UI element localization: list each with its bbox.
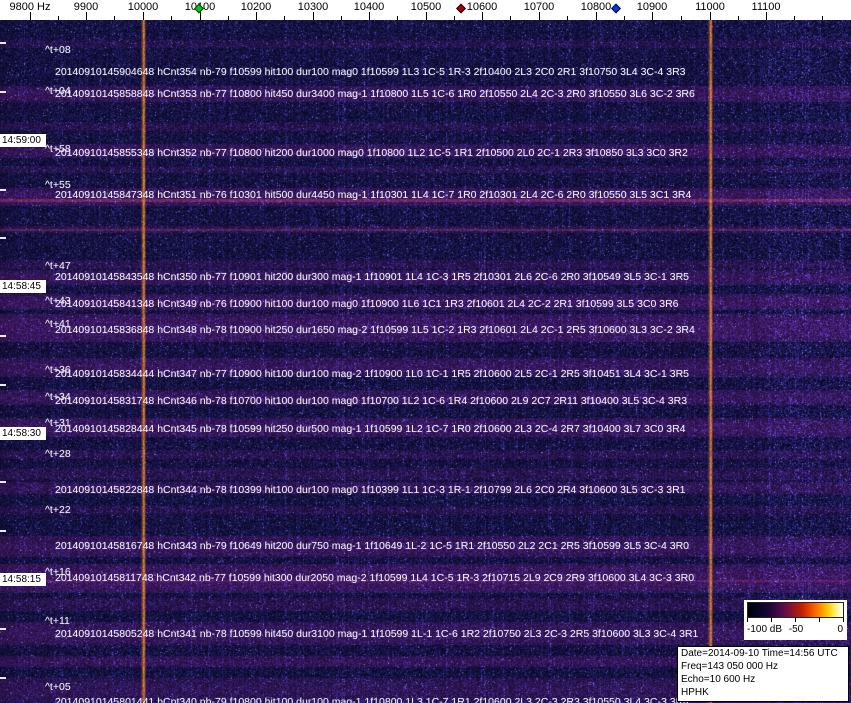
freq-axis-major-tick — [652, 12, 653, 20]
freq-axis-minor-tick — [341, 16, 342, 20]
time-axis-label: 14:59:00 — [0, 134, 46, 147]
detection-log-layer: ^t+08 20140910145904648 hCnt354 nb-79 f10… — [0, 0, 851, 703]
freq-axis-major-tick — [426, 12, 427, 20]
freq-axis-major-tick — [30, 12, 31, 20]
detection-log-line: 20140910145822848 hCnt344 nb-78 f10399 h… — [55, 484, 686, 496]
freq-axis-minor-tick — [681, 16, 682, 20]
freq-axis-minor-tick — [454, 16, 455, 20]
freq-axis-major-tick — [256, 12, 257, 20]
freq-axis-major-tick — [86, 12, 87, 20]
detection-log-line: 20140910145816748 hCnt343 nb-79 f10649 h… — [55, 540, 689, 552]
freq-axis-minor-tick — [284, 16, 285, 20]
time-axis-tick — [0, 237, 6, 239]
time-axis-tick — [0, 481, 6, 483]
detection-log-line: 20140910145904648 hCnt354 nb-79 f10599 h… — [55, 66, 686, 78]
freq-axis-minor-tick — [738, 16, 739, 20]
color-scale-min-label: -100 dB — [747, 624, 783, 635]
detection-log-line: 20140910145828444 hCnt345 nb-78 f10599 h… — [55, 423, 686, 435]
freq-axis-major-tick — [369, 12, 370, 20]
color-scale-max-label: 0 — [837, 624, 843, 635]
freq-axis-major-tick — [313, 12, 314, 20]
color-scale-ticks — [747, 618, 845, 622]
freq-axis-minor-tick — [114, 16, 115, 20]
time-axis-tick — [0, 530, 6, 532]
time-axis-tick — [0, 384, 6, 386]
red-frequency-marker[interactable] — [456, 3, 466, 14]
time-axis-label: 14:58:45 — [0, 280, 46, 293]
time-axis-tick — [0, 91, 6, 93]
detection-log-line: 20140910145834444 hCnt347 nb-77 f10900 h… — [55, 368, 689, 380]
color-scale-labels: -100 dB -50 0 — [744, 624, 847, 638]
freq-axis-minor-tick — [624, 16, 625, 20]
time-axis-label: 14:58:15 — [0, 573, 46, 586]
freq-axis-minor-tick — [58, 16, 59, 20]
amplitude-color-scale: -100 dB -50 0 — [744, 600, 847, 640]
freq-axis-minor-tick — [397, 16, 398, 20]
time-axis-tick — [0, 628, 6, 630]
freq-axis-major-tick — [482, 12, 483, 20]
status-info-box: Date=2014-09-10 Time=14:56 UTC Freq=143 … — [677, 646, 849, 702]
freq-axis-minor-tick — [171, 16, 172, 20]
freq-axis-major-tick — [710, 12, 711, 20]
freq-axis-minor-tick — [822, 16, 823, 20]
time-axis-label: 14:58:30 — [0, 427, 46, 440]
time-axis-tick — [0, 335, 6, 337]
color-scale-mid-label: -50 — [788, 624, 804, 635]
detection-log-line: 20140910145811748 hCnt342 nb-77 f10599 h… — [55, 572, 695, 584]
frequency-axis: 9800 Hz990010000101001020010300104001050… — [0, 0, 851, 20]
detection-log-line: 20140910145836848 hCnt348 nb-78 f10900 h… — [55, 324, 695, 336]
detection-log-line: 20140910145841348 hCnt349 nb-76 f10900 h… — [55, 298, 679, 310]
detection-log-line: 20140910145855348 hCnt352 nb-77 f10800 h… — [55, 147, 688, 159]
blue-frequency-marker[interactable] — [611, 3, 621, 14]
time-axis: 14:59:00 14:58:45 14:58:30 14:58:15 — [0, 0, 60, 703]
waterfall-display: ^t+08 20140910145904648 hCnt354 nb-79 f10… — [0, 0, 851, 703]
freq-axis-minor-tick — [794, 16, 795, 20]
freq-axis-major-tick — [200, 12, 201, 20]
time-axis-tick — [0, 189, 6, 191]
freq-axis-major-tick — [539, 12, 540, 20]
freq-axis-major-tick — [143, 12, 144, 20]
detection-log-line: 20140910145847348 hCnt351 nb-76 f10301 h… — [55, 189, 692, 201]
color-scale-gradient — [747, 602, 844, 618]
freq-axis-minor-tick — [228, 16, 229, 20]
freq-axis-major-tick — [766, 12, 767, 20]
detection-log-line: 20140910145831748 hCnt346 nb-78 f10700 h… — [55, 395, 688, 407]
freq-axis-minor-tick — [567, 16, 568, 20]
freq-axis-major-tick — [596, 12, 597, 20]
info-date-time: Date=2014-09-10 Time=14:56 UTC — [681, 648, 838, 659]
time-axis-tick — [0, 42, 6, 44]
detection-log-line: 20140910145801441 hCnt340 nb-79 f10800 h… — [55, 696, 689, 703]
detection-log-line: 20140910145805248 hCnt341 nb-78 f10599 h… — [55, 628, 699, 640]
time-axis-tick — [0, 677, 6, 679]
info-frequency: Freq=143 050 000 Hz — [681, 661, 779, 672]
detection-log-line: 20140910145843548 hCnt350 nb-77 f10901 h… — [55, 271, 689, 283]
freq-axis-minor-tick — [510, 16, 511, 20]
detection-log-line: 20140910145858848 hCnt353 nb-77 f10800 h… — [55, 88, 695, 100]
info-station-id: HPHK — [681, 687, 709, 698]
info-echo-frequency: Echo=10 600 Hz — [681, 674, 756, 685]
